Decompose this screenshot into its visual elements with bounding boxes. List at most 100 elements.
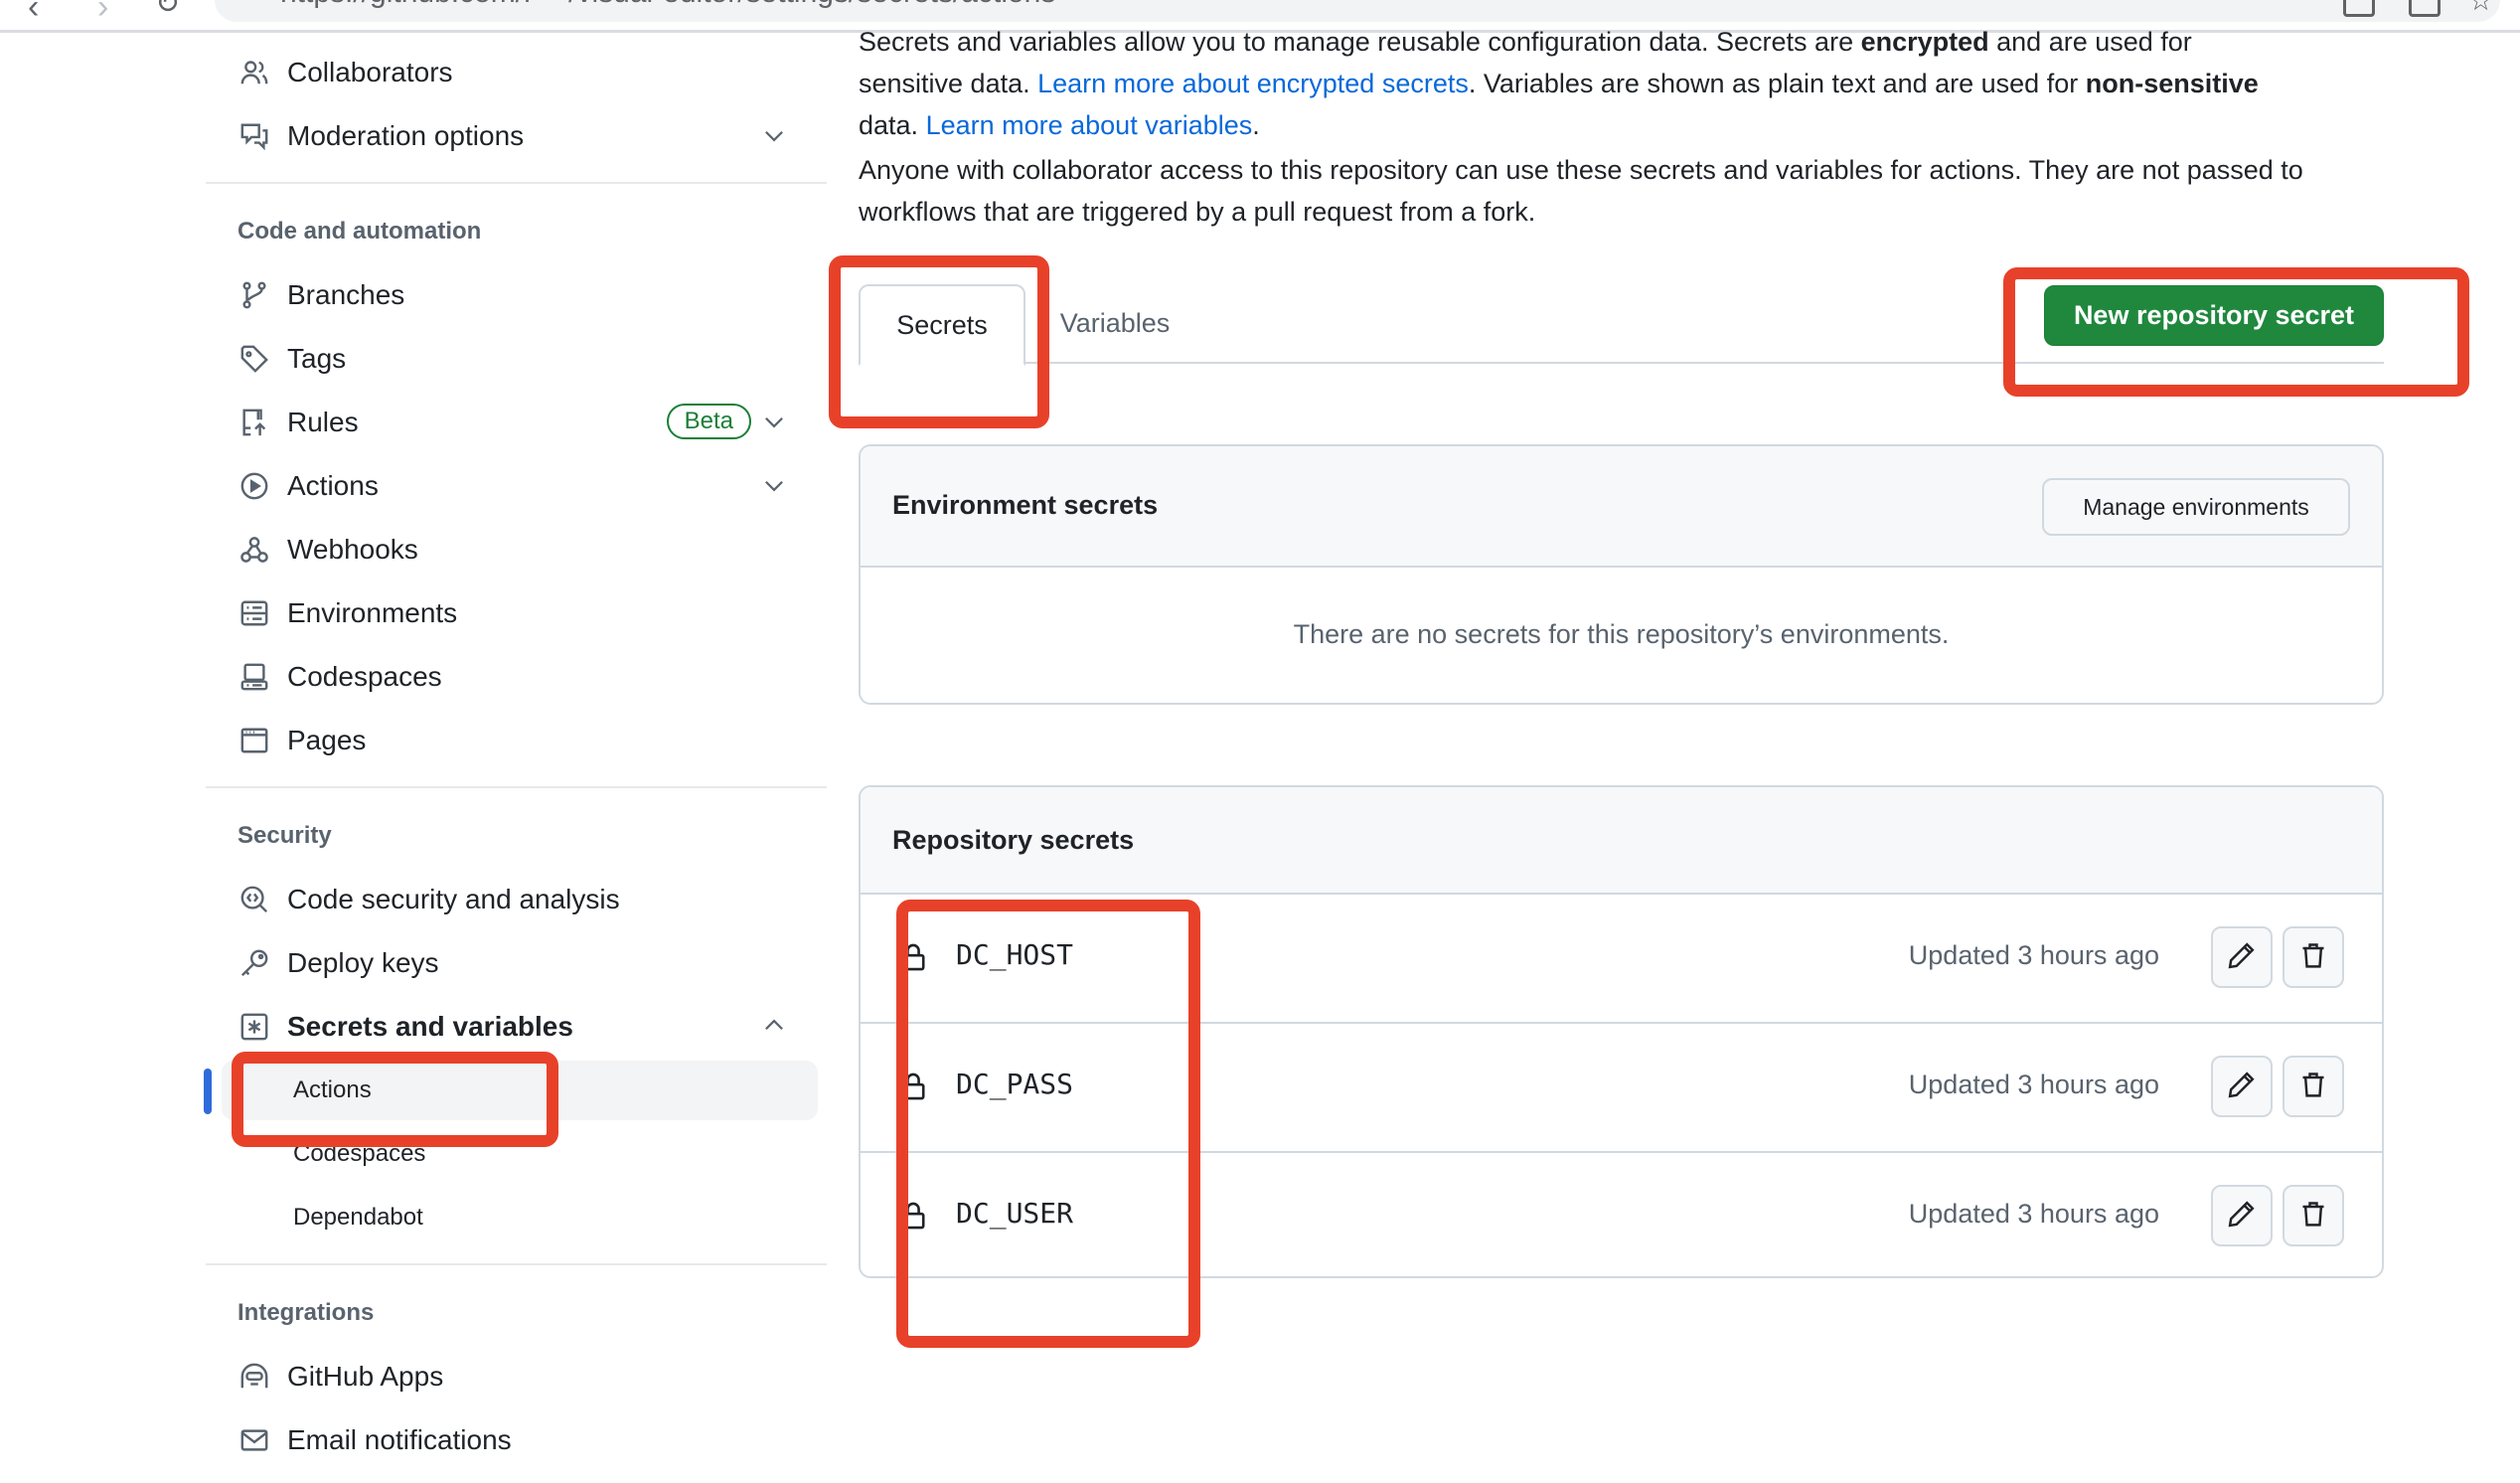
edit-secret-button[interactable] bbox=[2211, 1185, 2273, 1246]
sidebar-item-pages[interactable]: Pages bbox=[206, 713, 827, 768]
sidebar-item-label: Code security and analysis bbox=[287, 884, 620, 914]
sidebar-item-label: Webhooks bbox=[287, 534, 418, 565]
sidebar-item-tags[interactable]: Tags bbox=[206, 331, 827, 387]
sidebar-item-webhooks[interactable]: Webhooks bbox=[206, 522, 827, 577]
sidebar-item-label: Email notifications bbox=[287, 1424, 512, 1455]
sidebar-item-code-security[interactable]: Code security and analysis bbox=[206, 872, 827, 927]
bookmark-star-icon[interactable]: ☆ bbox=[2468, 0, 2493, 17]
sidebar-item-rules[interactable]: Rules Beta bbox=[206, 395, 827, 450]
git-branch-icon bbox=[237, 278, 271, 312]
server-icon bbox=[237, 596, 271, 630]
edit-secret-button[interactable] bbox=[2211, 1056, 2273, 1117]
lock-icon bbox=[900, 942, 926, 977]
sidebar-item-label: Pages bbox=[287, 725, 367, 755]
sidebar-item-environments[interactable]: Environments bbox=[206, 585, 827, 641]
trash-icon bbox=[2299, 941, 2327, 974]
pencil-icon bbox=[2228, 1071, 2256, 1103]
people-icon bbox=[237, 56, 271, 89]
sidebar-item-secrets-and-variables[interactable]: Secrets and variables bbox=[206, 999, 827, 1055]
chevron-up-icon[interactable] bbox=[761, 1013, 787, 1044]
edit-secret-button[interactable] bbox=[2211, 926, 2273, 988]
share-icon[interactable] bbox=[2409, 0, 2441, 17]
secret-row: DC_HOST Updated 3 hours ago bbox=[861, 895, 2382, 1024]
sidebar-item-actions[interactable]: Actions bbox=[206, 458, 827, 514]
sidebar-item-label: Actions bbox=[287, 470, 379, 501]
trash-icon bbox=[2299, 1071, 2327, 1103]
pencil-icon bbox=[2228, 941, 2256, 974]
url-text: https://github.com/r***/visual-editor/se… bbox=[280, 0, 1055, 10]
secret-updated: Updated 3 hours ago bbox=[1908, 1070, 2159, 1099]
secret-row: DC_USER Updated 3 hours ago bbox=[861, 1153, 2382, 1276]
environment-secrets-header: Environment secrets Manage environments bbox=[861, 446, 2382, 568]
section-heading-integrations: Integrations bbox=[237, 1299, 375, 1326]
codescan-icon bbox=[237, 883, 271, 916]
sidebar-subitem-codespaces[interactable]: Codespaces bbox=[222, 1124, 818, 1184]
chevron-down-icon[interactable] bbox=[761, 472, 787, 503]
sidebar-item-email-notifications[interactable]: Email notifications bbox=[206, 1412, 827, 1468]
intro-paragraph: Secrets and variables allow you to manag… bbox=[859, 27, 2259, 140]
sidebar-subitem-actions[interactable]: Actions bbox=[222, 1061, 818, 1120]
play-icon bbox=[237, 469, 271, 503]
sidebar-item-moderation-options[interactable]: Moderation options bbox=[206, 108, 827, 164]
secret-updated: Updated 3 hours ago bbox=[1908, 940, 2159, 970]
sidebar-item-collaborators[interactable]: Collaborators bbox=[206, 45, 827, 100]
sidebar-subitem-label: Codespaces bbox=[293, 1140, 426, 1167]
environment-secrets-empty-message: There are no secrets for this repository… bbox=[1293, 619, 1950, 649]
lock-icon bbox=[900, 1201, 926, 1236]
sidebar-item-label: Rules bbox=[287, 407, 359, 437]
manage-environments-button[interactable]: Manage environments bbox=[2042, 478, 2350, 536]
tabs-underline bbox=[859, 362, 2384, 364]
sidebar-item-github-apps[interactable]: GitHub Apps bbox=[206, 1349, 827, 1404]
sidebar-item-label: GitHub Apps bbox=[287, 1361, 444, 1392]
sidebar-item-label: Moderation options bbox=[287, 120, 525, 151]
sidebar-item-deploy-keys[interactable]: Deploy keys bbox=[206, 935, 827, 991]
delete-secret-button[interactable] bbox=[2283, 926, 2344, 988]
sidebar-subitem-label: Dependabot bbox=[293, 1204, 423, 1231]
sidebar-item-label: Secrets and variables bbox=[287, 1011, 573, 1042]
pencil-icon bbox=[2228, 1200, 2256, 1233]
tab-secrets[interactable]: Secrets bbox=[859, 284, 1025, 366]
sidebar-item-label: Tags bbox=[287, 343, 347, 374]
forward-icon[interactable]: › bbox=[97, 0, 108, 27]
secret-updated: Updated 3 hours ago bbox=[1908, 1199, 2159, 1229]
secret-name: DC_USER bbox=[956, 1197, 1074, 1230]
trash-icon bbox=[2299, 1200, 2327, 1233]
repository-secrets-title: Repository secrets bbox=[892, 825, 1135, 855]
sidebar-subitem-dependabot[interactable]: Dependabot bbox=[222, 1188, 818, 1247]
delete-secret-button[interactable] bbox=[2283, 1056, 2344, 1117]
active-indicator bbox=[204, 1069, 212, 1114]
access-note: Anyone with collaborator access to this … bbox=[859, 155, 2303, 227]
new-repository-secret-button[interactable]: New repository secret bbox=[2044, 285, 2384, 346]
codespaces-icon bbox=[237, 660, 271, 694]
hubot-icon bbox=[237, 1360, 271, 1394]
learn-more-variables-link[interactable]: Learn more about variables bbox=[926, 110, 1253, 140]
sidebar-item-codespaces[interactable]: Codespaces bbox=[206, 649, 827, 705]
section-heading-security: Security bbox=[237, 822, 332, 849]
environment-secrets-title: Environment secrets bbox=[892, 490, 1159, 520]
reload-icon[interactable]: ↻ bbox=[155, 0, 180, 21]
chevron-down-icon[interactable] bbox=[761, 409, 787, 439]
sidebar-item-label: Collaborators bbox=[287, 57, 453, 87]
chevron-down-icon[interactable] bbox=[761, 122, 787, 153]
browser-icon bbox=[237, 724, 271, 757]
secret-name: DC_HOST bbox=[956, 938, 1074, 971]
learn-more-encrypted-secrets-link[interactable]: Learn more about encrypted secrets bbox=[1037, 69, 1469, 98]
sidebar-divider bbox=[206, 786, 827, 788]
back-icon[interactable]: ‹ bbox=[28, 0, 39, 27]
secret-row: DC_PASS Updated 3 hours ago bbox=[861, 1024, 2382, 1153]
sidebar-item-branches[interactable]: Branches bbox=[206, 267, 827, 323]
environment-secrets-panel: Environment secrets Manage environments … bbox=[859, 444, 2384, 705]
sidebar-item-label: Environments bbox=[287, 597, 458, 628]
tab-variables[interactable]: Variables bbox=[1035, 284, 1194, 362]
sidebar-divider bbox=[206, 1263, 827, 1265]
lock-icon bbox=[900, 1071, 926, 1106]
repository-secrets-list: DC_HOST Updated 3 hours ago DC_PASS Upda… bbox=[861, 895, 2382, 1276]
secret-name: DC_PASS bbox=[956, 1068, 1074, 1100]
address-bar[interactable]: https://github.com/r***/visual-editor/se… bbox=[215, 0, 2500, 22]
sidebar-subitem-label: Actions bbox=[293, 1076, 372, 1103]
sidebar-item-label: Branches bbox=[287, 279, 405, 310]
install-icon[interactable] bbox=[2343, 0, 2375, 17]
delete-secret-button[interactable] bbox=[2283, 1185, 2344, 1246]
mail-icon bbox=[237, 1423, 271, 1457]
comment-discussion-icon bbox=[237, 119, 271, 153]
